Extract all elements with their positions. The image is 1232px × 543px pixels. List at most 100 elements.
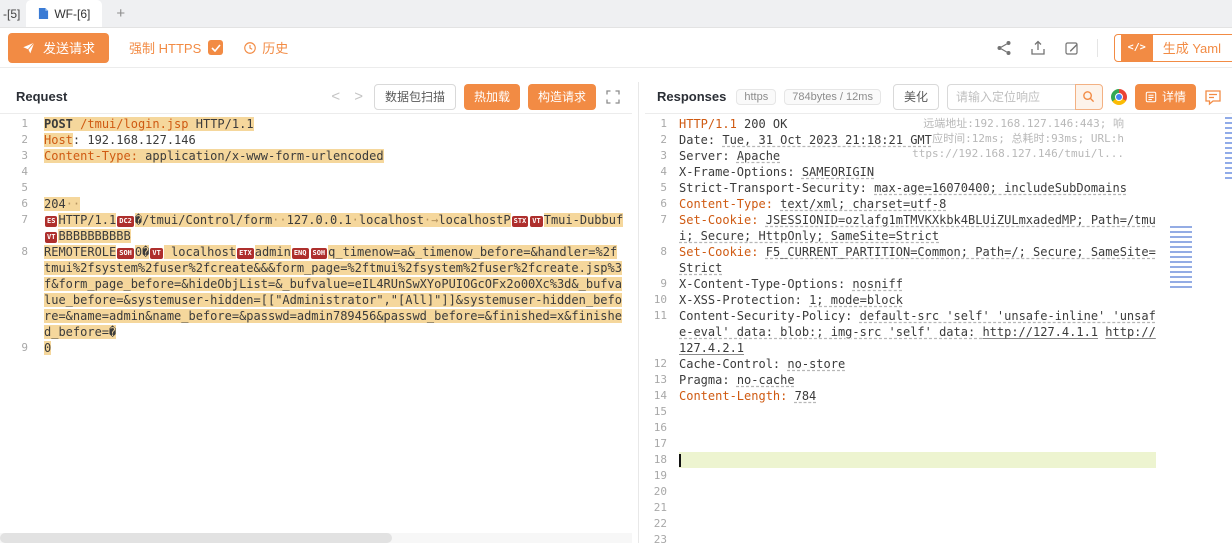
code-line[interactable]: 10X-XSS-Protection: 1; mode=block (645, 292, 1232, 308)
code-line[interactable]: 14Content-Length: 784 (645, 388, 1232, 404)
code-segment: ·→ (424, 213, 438, 227)
code-segment: localhost (359, 213, 424, 227)
code-line[interactable]: 6Content-Type: text/xml; charset=utf-8 (645, 196, 1232, 212)
code-segment (787, 389, 794, 403)
code-line[interactable]: 8REMOTEROLESOH0�VT localhostETXadminENQS… (0, 244, 632, 340)
response-editor[interactable]: 远端地址:192.168.127.146:443; 响 应时间:12ms; 总耗… (645, 114, 1232, 543)
detail-button[interactable]: 详情 (1135, 84, 1196, 110)
tab-active[interactable]: WF-[6] (26, 0, 102, 27)
code-line[interactable]: 22 (645, 516, 1232, 532)
code-segment (730, 149, 737, 163)
build-request-button[interactable]: 构造请求 (528, 84, 596, 110)
code-line[interactable]: 11Content-Security-Policy: default-src '… (645, 308, 1232, 356)
request-panel: Request < > 数据包扫描 热加载 构造请求 1POST /tmui/l… (0, 68, 632, 543)
control-char-badge: SOH (311, 248, 328, 259)
send-icon (22, 41, 36, 55)
code-text: Host: 192.168.127.146 (44, 132, 632, 148)
code-line[interactable]: 8Set-Cookie: F5_CURRENT_PARTITION=Common… (645, 244, 1232, 276)
code-line[interactable]: 15 (645, 404, 1232, 420)
panel-splitter[interactable] (632, 68, 645, 543)
code-line[interactable]: 19 (645, 468, 1232, 484)
send-request-button[interactable]: 发送请求 (8, 33, 109, 63)
chat-icon[interactable] (1204, 88, 1222, 106)
chevron-right-icon[interactable]: > (351, 89, 366, 104)
request-header-controls: < > 数据包扫描 热加载 构造请求 (328, 84, 622, 110)
code-line[interactable]: 2Host: 192.168.127.146 (0, 132, 632, 148)
code-segment: no-store (787, 357, 845, 371)
line-number: 1 (645, 116, 679, 132)
edit-icon[interactable] (1063, 39, 1081, 57)
code-line[interactable]: 1HTTP/1.1 200 OK (645, 116, 1232, 132)
code-line[interactable]: 4 (0, 164, 632, 180)
code-line[interactable]: 90 (0, 340, 632, 356)
horizontal-scrollbar[interactable] (0, 533, 632, 543)
code-text: REMOTEROLESOH0�VT localhostETXadminENQSO… (44, 244, 632, 340)
line-number: 6 (0, 196, 44, 212)
code-segment: X-Content-Type-Options: (679, 277, 845, 291)
force-https-checkbox[interactable] (208, 40, 223, 55)
scrollbar-thumb[interactable] (0, 533, 392, 543)
export-icon[interactable] (1029, 39, 1047, 57)
tab-bar: -[5] WF-[6] + (0, 0, 1232, 28)
history-button[interactable]: 历史 (243, 38, 288, 57)
code-segment: Date: (679, 133, 715, 147)
search-input[interactable] (947, 84, 1075, 110)
code-line[interactable]: 7ESHTTP/1.1DC2�/tmui/Control/form··127.0… (0, 212, 632, 244)
code-line[interactable]: 3Server: Apache (645, 148, 1232, 164)
code-line[interactable]: 6204·· (0, 196, 632, 212)
request-editor[interactable]: 1POST /tmui/login.jsp HTTP/1.12Host: 192… (0, 114, 632, 543)
line-number: 15 (645, 404, 679, 420)
code-line[interactable]: 13Pragma: no-cache (645, 372, 1232, 388)
code-text: Set-Cookie: JSESSIONID=ozlafg1mTMVKXkbk4… (679, 212, 1232, 244)
code-segment: HTTP/1.1 (189, 117, 254, 131)
line-number: 1 (0, 116, 44, 132)
code-line[interactable]: 5 (0, 180, 632, 196)
hot-reload-button[interactable]: 热加载 (464, 84, 520, 110)
code-line[interactable]: 20 (645, 484, 1232, 500)
control-char-badge: VT (150, 248, 162, 259)
code-line[interactable]: 18 (645, 452, 1232, 468)
code-segment: 127.0.0.1 (287, 213, 352, 227)
code-line[interactable]: 1POST /tmui/login.jsp HTTP/1.1 (0, 116, 632, 132)
share-icon[interactable] (995, 39, 1013, 57)
code-line[interactable]: 12Cache-Control: no-store (645, 356, 1232, 372)
search-icon[interactable] (1075, 84, 1103, 110)
code-text: 204·· (44, 196, 632, 212)
code-segment: POST (44, 117, 73, 131)
code-icon: </> (1121, 34, 1153, 62)
code-line[interactable]: 17 (645, 436, 1232, 452)
code-text: Content-Length: 784 (679, 388, 1232, 404)
code-segment: no-cache (737, 373, 795, 387)
line-number: 6 (645, 196, 679, 212)
new-tab-button[interactable]: + (116, 6, 125, 21)
code-segment: HTTP/1.1 (679, 117, 737, 131)
response-panel: Responses https 784bytes / 12ms 美化 (645, 68, 1232, 543)
code-line[interactable]: 2Date: Tue, 31 Oct 2023 21:18:21 GMT (645, 132, 1232, 148)
chevron-left-icon[interactable]: < (328, 89, 343, 104)
tab-previous-partial[interactable]: -[5] (0, 7, 26, 21)
code-segment: 204 (44, 197, 66, 211)
code-line[interactable]: 7Set-Cookie: JSESSIONID=ozlafg1mTMVKXkbk… (645, 212, 1232, 244)
code-line[interactable]: 9X-Content-Type-Options: nosniff (645, 276, 1232, 292)
code-text: X-Frame-Options: SAMEORIGIN (679, 164, 1232, 180)
code-line[interactable]: 5Strict-Transport-Security: max-age=1607… (645, 180, 1232, 196)
generate-yaml-button[interactable]: </> 生成 Yaml (1114, 34, 1232, 62)
beautify-button[interactable]: 美化 (893, 84, 939, 110)
control-char-badge: SOH (117, 248, 134, 259)
code-line[interactable]: 23 (645, 532, 1232, 543)
code-text: Server: Apache (679, 148, 1232, 164)
minimap-strip[interactable] (1225, 117, 1232, 179)
fullscreen-icon[interactable] (604, 88, 622, 106)
response-title: Responses (657, 89, 726, 104)
code-line[interactable]: 3Content-Type: application/x-www-form-ur… (0, 148, 632, 164)
code-segment (758, 245, 765, 259)
code-line[interactable]: 4X-Frame-Options: SAMEORIGIN (645, 164, 1232, 180)
chrome-icon[interactable] (1111, 89, 1127, 105)
packet-scan-button[interactable]: 数据包扫描 (374, 84, 456, 110)
code-segment: X-XSS-Protection: (679, 293, 802, 307)
code-segment (758, 213, 765, 227)
code-line[interactable]: 16 (645, 420, 1232, 436)
code-line[interactable]: 21 (645, 500, 1232, 516)
code-segment: 1; mode=block (809, 293, 903, 307)
force-https-toggle[interactable]: 强制 HTTPS (129, 38, 223, 57)
